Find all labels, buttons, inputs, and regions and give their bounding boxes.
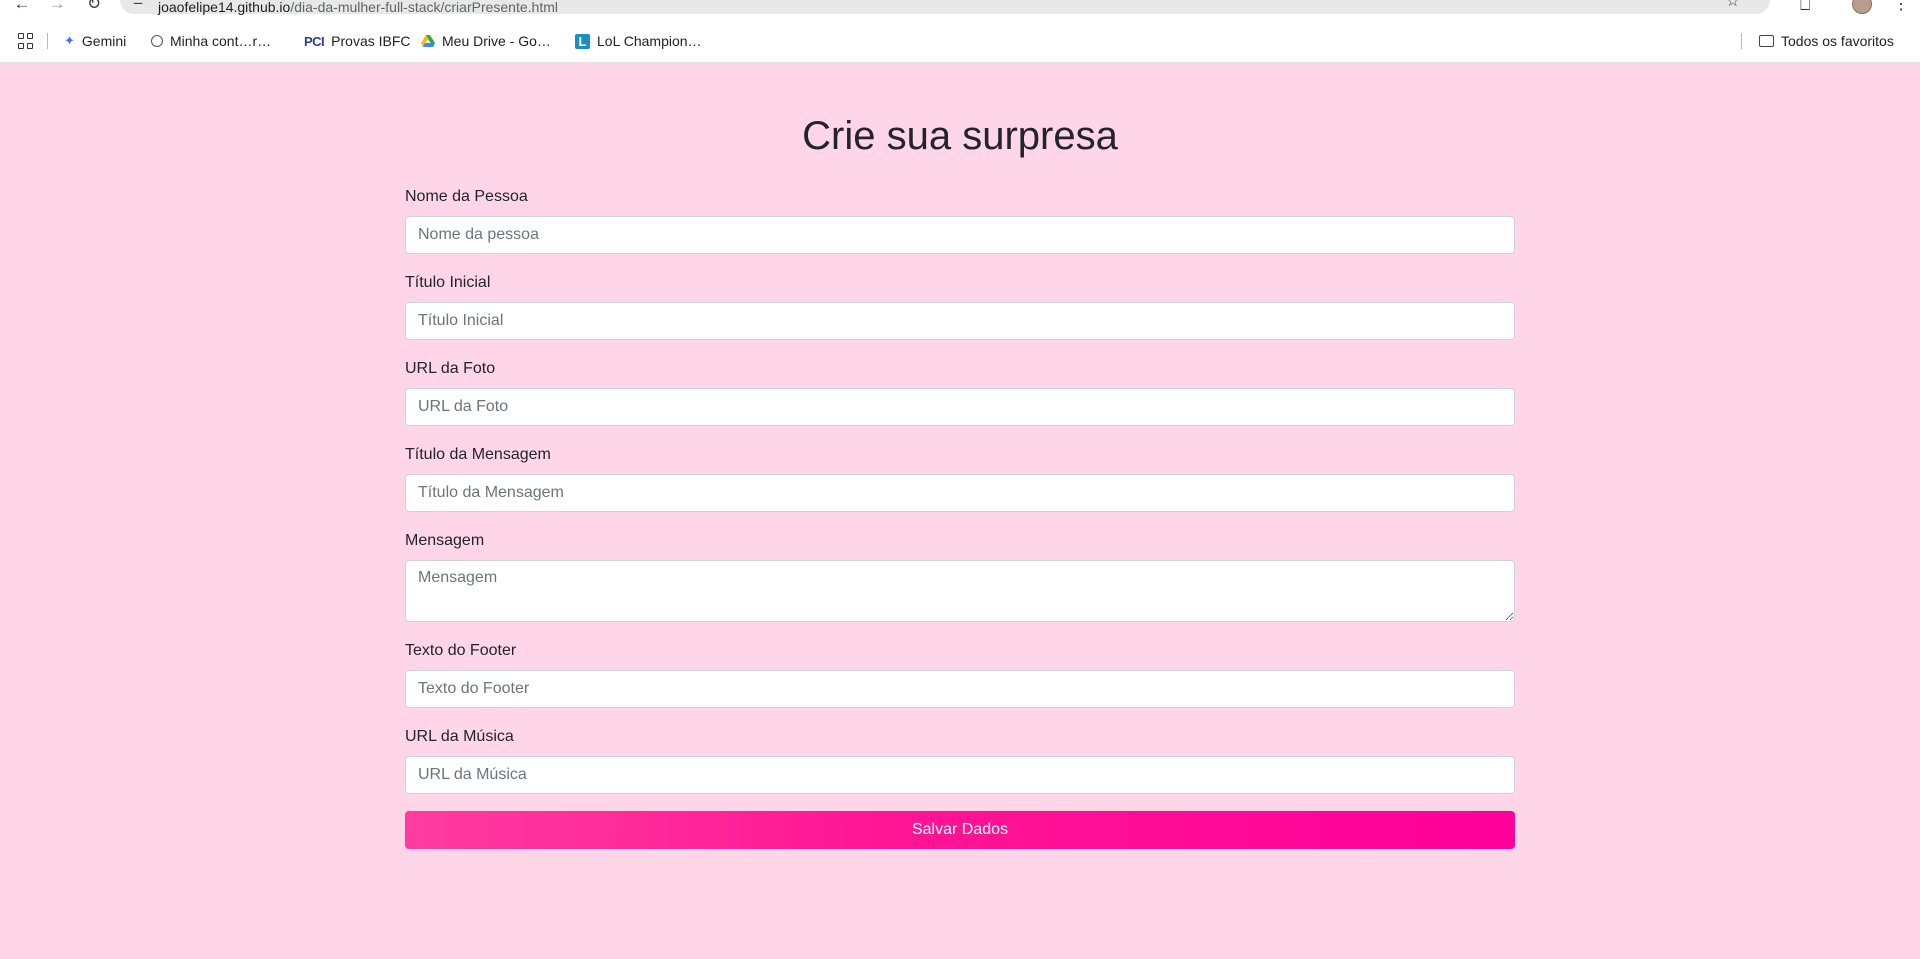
browser-chrome: ← → ↻ ☰ joaofelipe14.github.io/dia-da-mu… (0, 0, 1920, 63)
address-bar[interactable]: ☰ joaofelipe14.github.io/dia-da-mulher-f… (120, 0, 1770, 15)
label-url-foto: URL da Foto (405, 360, 496, 377)
extensions-icon[interactable]: ⎕ (1800, 0, 1810, 15)
bookmarks-divider (1741, 33, 1742, 49)
nome-pessoa-input[interactable] (405, 216, 1515, 254)
reload-icon[interactable]: ↻ (84, 0, 104, 14)
mensagem-textarea[interactable] (405, 560, 1515, 622)
url-host: joaofelipe14.github.io (158, 0, 291, 15)
label-titulo-inicial: Título Inicial (405, 274, 491, 291)
forward-icon[interactable]: → (47, 0, 67, 14)
label-texto-footer: Texto do Footer (405, 642, 517, 659)
pci-icon: PCI (304, 33, 325, 49)
bookmark-label: LoL Champion… (597, 33, 702, 49)
all-bookmarks-label: Todos os favoritos (1781, 33, 1894, 49)
label-nome-pessoa: Nome da Pessoa (405, 188, 528, 205)
url-foto-input[interactable] (405, 388, 1515, 426)
label-titulo-mensagem: Título da Mensagem (405, 446, 551, 463)
back-icon[interactable]: ← (12, 0, 32, 14)
profile-avatar[interactable] (1852, 0, 1872, 14)
site-info-icon[interactable]: ☰ (130, 0, 146, 8)
texto-footer-input[interactable] (405, 670, 1515, 708)
bookmark-gemini[interactable]: ✦ Gemini (64, 32, 126, 50)
bookmark-drive[interactable]: Meu Drive - Go… (421, 32, 551, 50)
menu-kebab-icon[interactable]: ⋮ (1893, 0, 1909, 14)
bookmark-star-icon[interactable]: ☆ (1726, 0, 1740, 11)
drive-icon (421, 35, 435, 47)
bookmark-label: Minha cont…r… (170, 33, 272, 49)
all-bookmarks-folder[interactable]: Todos os favoritos (1759, 32, 1894, 50)
folder-icon (1759, 35, 1774, 47)
bookmark-label: Gemini (81, 33, 127, 49)
account-icon (151, 35, 163, 47)
browser-toolbar: ← → ↻ ☰ joaofelipe14.github.io/dia-da-mu… (0, 0, 1920, 15)
url-path: /dia-da-mulher-full-stack/criarPresente.… (290, 0, 558, 15)
bookmark-lol[interactable]: L LoL Champion… (575, 32, 702, 50)
apps-grid-icon[interactable] (18, 33, 34, 49)
lol-icon: L (575, 33, 590, 49)
label-mensagem: Mensagem (405, 532, 485, 549)
bookmark-provas-ibfc[interactable]: PCI Provas IBFC (304, 32, 411, 50)
page-title: Crie sua surpresa (802, 114, 1118, 158)
bookmark-label: Provas IBFC (331, 33, 411, 49)
label-url-musica: URL da Música (405, 728, 514, 745)
url-musica-input[interactable] (405, 756, 1515, 794)
titulo-mensagem-input[interactable] (405, 474, 1515, 512)
address-url[interactable]: joaofelipe14.github.io/dia-da-mulher-ful… (158, 0, 558, 15)
bookmark-account[interactable]: Minha cont…r… (151, 32, 271, 50)
gemini-icon: ✦ (64, 33, 75, 48)
salvar-dados-button[interactable]: Salvar Dados (405, 811, 1515, 849)
bookmarks-divider (47, 33, 48, 49)
bookmark-label: Meu Drive - Go… (442, 33, 551, 49)
titulo-inicial-input[interactable] (405, 302, 1515, 340)
bookmarks-bar: ✦ Gemini Minha cont…r… PCI Provas IBFC M… (0, 26, 1920, 56)
